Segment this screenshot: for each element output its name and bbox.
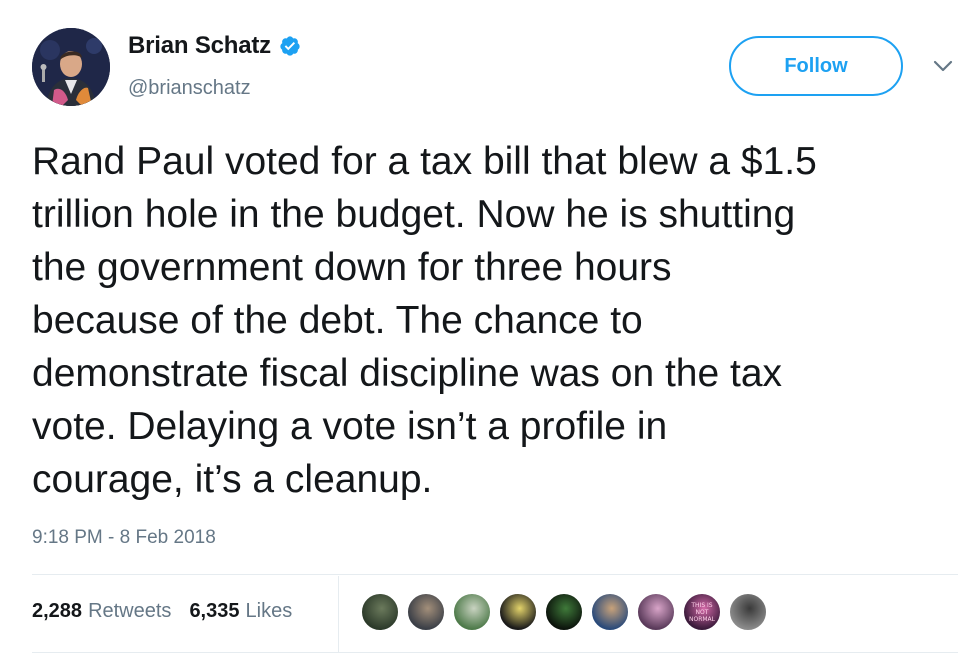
author-name-row[interactable]: Brian Schatz <box>128 32 301 60</box>
follow-button[interactable]: Follow <box>729 36 903 96</box>
verified-badge-icon <box>279 35 301 57</box>
liker-avatar[interactable] <box>544 592 584 632</box>
author-display-name[interactable]: Brian Schatz <box>128 32 271 60</box>
retweets-count: 2,288 <box>32 600 83 622</box>
stats-separator <box>338 576 339 652</box>
tweet-text-line: because of the debt. The chance to <box>32 299 643 342</box>
liker-avatar[interactable] <box>636 592 676 632</box>
author-avatar[interactable] <box>32 28 110 106</box>
tweet-text: Rand Paul voted for a tax bill that blew… <box>32 135 962 506</box>
profile-photo <box>32 28 110 106</box>
liker-avatar[interactable]: THIS IS NOT NORMAL <box>682 592 722 632</box>
likes-count: 6,335 <box>189 600 240 622</box>
author-handle[interactable]: @brianschatz <box>128 77 251 100</box>
tweet-timestamp[interactable]: 9:18 PM - 8 Feb 2018 <box>32 527 216 549</box>
tweet-text-line: Rand Paul voted for a tax bill that blew… <box>32 140 817 183</box>
tweet-text-line: vote. Delaying a vote isn’t a profile in <box>32 405 668 448</box>
tweet-text-line: demonstrate fiscal discipline was on the… <box>32 352 783 395</box>
likes-label: Likes <box>245 600 293 622</box>
liker-avatar-text: THIS IS NOT NORMAL <box>688 601 715 623</box>
tweet-text-line: the government down for three hours <box>32 246 672 289</box>
chevron-down-icon[interactable] <box>932 58 954 74</box>
liker-avatar[interactable] <box>498 592 538 632</box>
divider <box>32 574 958 575</box>
liker-avatar[interactable] <box>590 592 630 632</box>
liker-avatar[interactable] <box>728 592 768 632</box>
retweets-label: Retweets <box>88 600 172 622</box>
divider <box>32 652 958 653</box>
tweet-stats: 2,288 Retweets 6,335 Likes <box>32 600 292 623</box>
retweets-stat[interactable]: 2,288 Retweets <box>32 600 171 623</box>
likes-stat[interactable]: 6,335 Likes <box>189 600 292 623</box>
liker-avatar[interactable] <box>452 592 492 632</box>
liker-avatar[interactable] <box>360 592 400 632</box>
tweet-text-line: courage, it’s a cleanup. <box>32 458 433 501</box>
liker-avatar[interactable] <box>406 592 446 632</box>
tweet-text-line: trillion hole in the budget. Now he is s… <box>32 193 796 236</box>
